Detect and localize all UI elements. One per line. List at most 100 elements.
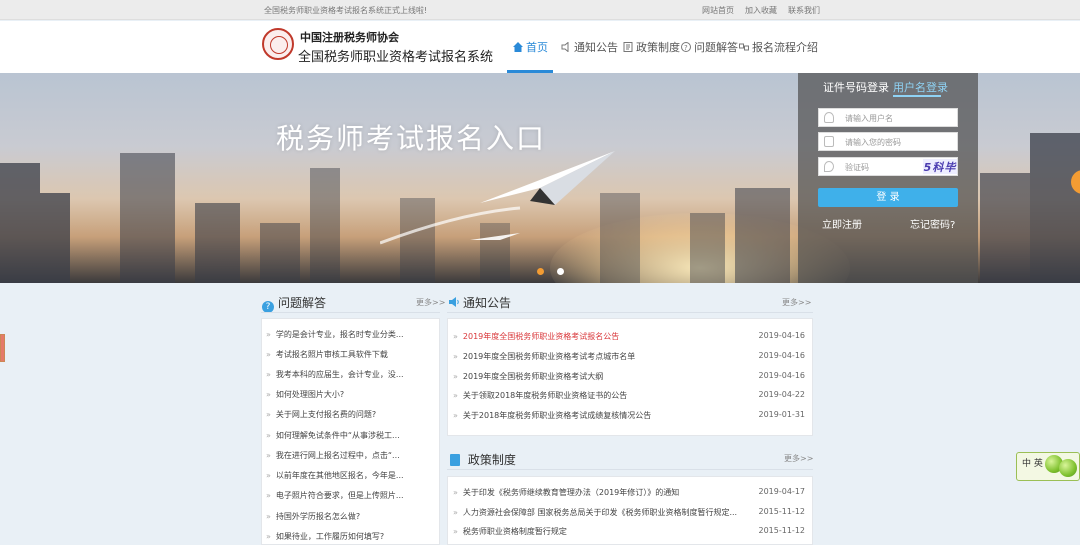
policy-item-title: 关于印发《税务师继续教育管理办法（2019年修订）》的通知 — [462, 488, 680, 497]
language-widget-label: 中 英 — [1022, 459, 1043, 469]
building — [980, 173, 1030, 283]
register-link[interactable]: 立即注册 — [822, 216, 862, 231]
qa-item[interactable]: 如何处理图片大小? — [266, 389, 344, 400]
home-link[interactable]: 网站首页 — [702, 6, 734, 15]
policy-row[interactable]: 人力资源社会保障部 国家税务总局关于印发《税务师职业资格制度暂行规定... 201… — [453, 507, 809, 518]
lime-icon — [1059, 459, 1077, 477]
bookmark-link[interactable]: 加入收藏 — [745, 6, 777, 15]
notice-row[interactable]: 2019年度全国税务师职业资格考试报名公告 2019-04-16 — [453, 331, 809, 342]
username-placeholder: 请输入用户名 — [845, 114, 893, 123]
qa-item[interactable]: 如何理解免试条件中“从事涉税工... — [266, 430, 400, 441]
notices-title-text: 通知公告 — [463, 296, 512, 310]
tab-username-login[interactable]: 用户名登录 — [893, 79, 948, 95]
building — [40, 193, 70, 283]
policy-row[interactable]: 税务师职业资格制度暂行规定 2015-11-12 — [453, 526, 809, 537]
tab-id-login[interactable]: 证件号码登录 — [823, 79, 889, 95]
policy-date: 2015-11-12 — [758, 526, 806, 535]
nav-policy-label: 政策制度 — [636, 41, 680, 54]
nav-process[interactable]: 报名流程介绍 — [739, 39, 818, 55]
notices-title: 通知公告 — [448, 294, 511, 311]
logo-association-name: 中国注册税务师协会 — [300, 31, 399, 44]
building — [1030, 133, 1080, 283]
qa-more-link[interactable]: 更多>> — [416, 297, 445, 308]
nav-faq-label: 问题解答 — [694, 41, 738, 54]
svg-text:?: ? — [684, 44, 688, 52]
user-icon — [824, 112, 834, 123]
building — [310, 168, 340, 283]
notice-row[interactable]: 关于领取2018年度税务师职业资格证书的公告 2019-04-22 — [453, 390, 809, 401]
nav-home[interactable]: 首页 — [513, 39, 548, 55]
nav-process-label: 报名流程介绍 — [752, 41, 818, 54]
policy-date: 2019-04-17 — [758, 487, 806, 496]
top-bar: 全国税务师职业资格考试报名系统正式上线啦! 网站首页 加入收藏 联系我们 — [0, 0, 1080, 20]
contact-link[interactable]: 联系我们 — [788, 6, 820, 15]
flow-icon — [739, 43, 749, 51]
site-title[interactable]: 全国税务师职业资格考试报名系统 — [298, 46, 493, 65]
building — [260, 223, 300, 283]
logo-seal-icon[interactable] — [262, 28, 294, 60]
notice-title: 2019年度全国税务师职业资格考试大纲 — [462, 372, 604, 381]
notice-date: 2019-04-16 — [758, 351, 806, 360]
notice-date: 2019-04-16 — [758, 331, 806, 340]
captcha-image[interactable]: 5科毕 — [923, 159, 957, 174]
nav-policy[interactable]: 政策制度 — [623, 39, 680, 55]
qa-item[interactable]: 我考本科的应届生，会计专业，没... — [266, 369, 404, 380]
notice-date: 2019-04-16 — [758, 371, 806, 380]
qa-item[interactable]: 如果待业，工作履历如何填写? — [266, 531, 384, 542]
top-links: 网站首页 加入收藏 联系我们 — [702, 5, 831, 16]
policy-title-text: 政策制度 — [467, 453, 516, 467]
policy-list: 关于印发《税务师继续教育管理办法（2019年修订）》的通知2019-04-17 … — [447, 476, 813, 545]
book-icon — [450, 454, 460, 466]
carousel-dot-active[interactable] — [537, 268, 544, 275]
nav-notices-label: 通知公告 — [574, 41, 618, 54]
qa-item[interactable]: 关于网上支付报名费的问题? — [266, 409, 376, 420]
qa-title: ? 问题解答 — [262, 294, 326, 313]
qa-list: 学的是会计专业，报名时专业分类... 考试报名照片审核工具软件下载 我考本科的应… — [261, 318, 440, 545]
password-field[interactable]: 请输入您的密码 — [818, 132, 958, 151]
login-button[interactable]: 登 录 — [818, 188, 958, 207]
nav-home-label: 首页 — [526, 41, 548, 54]
notice-title: 关于领取2018年度税务师职业资格证书的公告 — [462, 391, 628, 400]
notice-row[interactable]: 2019年度全国税务师职业资格考试考点城市名单 2019-04-16 — [453, 351, 809, 362]
notice-date: 2019-01-31 — [758, 410, 806, 419]
captcha-field[interactable]: 验证码 5科毕 — [818, 157, 958, 176]
nav-faq[interactable]: ? 问题解答 — [681, 39, 738, 55]
qa-item[interactable]: 以前年度在其他地区报名，今年是... — [266, 470, 404, 481]
carousel-dot[interactable] — [557, 268, 564, 275]
policy-date: 2015-11-12 — [758, 507, 806, 516]
qa-item[interactable]: 电子照片符合要求，但是上传照片... — [266, 490, 404, 501]
notice-title: 2019年度全国税务师职业资格考试考点城市名单 — [462, 352, 636, 361]
question-icon: ? — [681, 42, 691, 52]
nav-notices[interactable]: 通知公告 — [561, 39, 618, 55]
building — [120, 153, 175, 283]
building — [0, 163, 40, 283]
language-widget[interactable]: 中 英 — [1016, 452, 1080, 481]
qa-divider — [261, 312, 440, 313]
notice-row[interactable]: 关于2018年度税务师职业资格考试成绩复核情况公告 2019-01-31 — [453, 410, 809, 421]
notice-title: 关于2018年度税务师职业资格考试成绩复核情况公告 — [462, 411, 652, 420]
notices-more-link[interactable]: 更多>> — [782, 297, 811, 308]
forgot-password-link[interactable]: 忘记密码? — [910, 216, 955, 231]
username-field[interactable]: 请输入用户名 — [818, 108, 958, 127]
policy-row[interactable]: 关于印发《税务师继续教育管理办法（2019年修订）》的通知 2019-04-17 — [453, 487, 809, 498]
qa-item[interactable]: 学的是会计专业，报名时专业分类... — [266, 329, 404, 340]
login-tabs: 证件号码登录 用户名登录 — [798, 79, 978, 97]
building — [195, 203, 240, 283]
location-icon — [824, 161, 834, 172]
notices-list: 2019年度全国税务师职业资格考试报名公告 2019-04-16 2019年度全国… — [447, 318, 813, 436]
left-float-tab[interactable] — [0, 334, 5, 362]
qa-item[interactable]: 我在进行网上报名过程中，点击“... — [266, 450, 400, 461]
qa-item[interactable]: 持国外学历报名怎么做? — [266, 511, 360, 522]
policy-item-title: 税务师职业资格制度暂行规定 — [462, 527, 567, 536]
carousel-dots — [537, 265, 577, 278]
qa-item[interactable]: 考试报名照片审核工具软件下载 — [266, 349, 388, 360]
notice-row[interactable]: 2019年度全国税务师职业资格考试大纲 2019-04-16 — [453, 371, 809, 382]
policy-more-link[interactable]: 更多>> — [784, 453, 813, 464]
notice-date: 2019-04-22 — [758, 390, 806, 399]
login-panel: 证件号码登录 用户名登录 请输入用户名 请输入您的密码 验证码 5科毕 登 录 … — [798, 73, 978, 283]
speaker-icon — [561, 42, 569, 52]
speaker-icon — [449, 297, 459, 307]
home-icon — [513, 42, 523, 52]
building — [735, 188, 790, 283]
policy-title: 政策制度 — [450, 451, 516, 468]
